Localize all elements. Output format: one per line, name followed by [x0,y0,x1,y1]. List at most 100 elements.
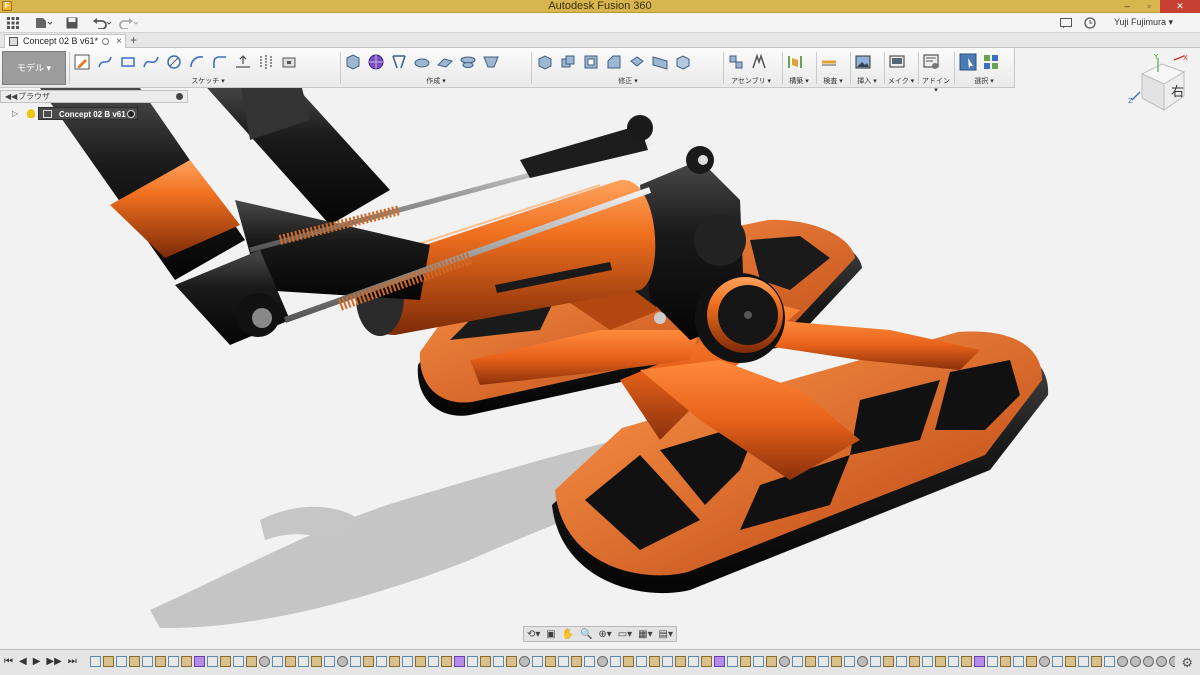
timeline-feature[interactable] [948,656,959,667]
create-sketch-icon[interactable] [72,52,92,72]
3d-print-icon[interactable] [887,52,907,72]
timeline-feature[interactable] [142,656,153,667]
sketch-stop-icon[interactable] [279,52,299,72]
scripts-icon[interactable] [921,52,941,72]
timeline-feature[interactable] [389,656,400,667]
select-icon[interactable] [958,52,978,72]
timeline-feature[interactable] [766,656,777,667]
viewports-icon[interactable]: ▤▾ [659,629,673,640]
play-button[interactable]: ▶ [33,656,41,667]
timeline-feature[interactable] [246,656,257,667]
timeline-feature[interactable] [857,656,868,667]
joint-icon[interactable] [749,52,769,72]
job-status-icon[interactable] [1059,15,1073,31]
visibility-bulb-icon[interactable] [27,109,35,118]
redo-icon[interactable] [117,15,141,31]
root-component[interactable]: Concept 02 B v61 [38,107,138,120]
timeline-feature[interactable] [350,656,361,667]
timeline-feature[interactable] [844,656,855,667]
timeline-feature[interactable] [792,656,803,667]
timeline-feature[interactable] [961,656,972,667]
select-menu[interactable]: 選択 ▾ [958,77,1010,86]
timeline-feature[interactable] [298,656,309,667]
timeline-feature[interactable] [1039,656,1050,667]
timeline-feature[interactable] [558,656,569,667]
timeline-feature[interactable] [129,656,140,667]
extrude-icon[interactable] [412,52,432,72]
timeline-feature[interactable] [831,656,842,667]
timeline-feature[interactable] [1104,656,1115,667]
timeline-feature[interactable] [974,656,985,667]
measure-icon[interactable] [819,52,839,72]
timeline-feature[interactable] [1156,656,1167,667]
plane-icon[interactable] [785,52,805,72]
timeline-feature[interactable] [636,656,647,667]
go-to-start-button[interactable]: ⏮ [4,656,13,667]
timeline-feature[interactable] [311,656,322,667]
timeline-feature[interactable] [779,656,790,667]
window-select-icon[interactable] [981,52,1001,72]
look-at-icon[interactable]: ▣ [546,629,555,640]
step-back-button[interactable]: ◀ [19,656,27,667]
timeline-feature[interactable] [1052,656,1063,667]
timeline-feature[interactable] [454,656,465,667]
timeline-feature[interactable] [233,656,244,667]
timeline-feature[interactable] [480,656,491,667]
timeline-feature[interactable] [441,656,452,667]
mirror-icon[interactable] [256,52,276,72]
timeline-feature[interactable] [155,656,166,667]
timeline-feature[interactable] [363,656,374,667]
box-icon[interactable] [343,52,363,72]
timeline-feature[interactable] [1026,656,1037,667]
timeline-feature[interactable] [116,656,127,667]
construct-menu[interactable]: 構築 ▾ [785,77,813,86]
timeline-feature[interactable] [220,656,231,667]
save-icon[interactable] [64,15,80,31]
timeline-feature[interactable] [1000,656,1011,667]
timeline-feature[interactable] [207,656,218,667]
create-menu[interactable]: 作成 ▾ [343,77,529,86]
timeline-feature[interactable] [168,656,179,667]
combine-icon[interactable] [673,52,693,72]
sphere-icon[interactable] [366,52,386,72]
timeline-feature[interactable] [337,656,348,667]
insert-menu[interactable]: 挿入 ▾ [853,77,881,86]
new-component-icon[interactable] [726,52,746,72]
timeline-feature[interactable] [194,656,205,667]
undo-icon[interactable] [90,15,114,31]
spline-icon[interactable] [141,52,161,72]
timeline-feature[interactable] [740,656,751,667]
timeline-feature[interactable] [1013,656,1024,667]
circle-icon[interactable] [164,52,184,72]
step-forward-button[interactable]: ▶▶ [46,656,61,667]
sketch-menu[interactable]: スケッチ ▾ [72,77,344,86]
timeline-feature[interactable] [90,656,101,667]
insert-image-icon[interactable] [853,52,873,72]
viewcube[interactable]: 右 X Y Z [1128,53,1194,118]
close-tab-icon[interactable]: × [116,35,122,48]
timeline-feature[interactable] [571,656,582,667]
press-pull-icon[interactable] [535,52,555,72]
timeline-feature[interactable] [519,656,530,667]
scale-icon[interactable] [650,52,670,72]
fit-icon[interactable]: ⊕▾ [598,629,611,640]
make-menu[interactable]: メイク ▾ [887,77,915,86]
timeline-feature[interactable] [662,656,673,667]
timeline-feature[interactable] [987,656,998,667]
timeline-feature[interactable] [493,656,504,667]
timeline-feature[interactable] [428,656,439,667]
user-menu[interactable]: Yuji Fujimura ▾ [1114,17,1173,28]
modify-menu[interactable]: 修正 ▾ [535,77,721,86]
viewcube-face-label[interactable]: 右 [1171,85,1184,100]
pattern-icon[interactable] [389,52,409,72]
pan-icon[interactable]: ✋ [562,629,574,640]
inspect-menu[interactable]: 検査 ▾ [819,77,847,86]
timeline-feature[interactable] [402,656,413,667]
timeline-feature[interactable] [1130,656,1141,667]
timeline-feature[interactable] [545,656,556,667]
assemble-menu[interactable]: アセンブリ ▾ [726,77,776,86]
timeline-feature[interactable] [623,656,634,667]
timeline-feature[interactable] [376,656,387,667]
grid-icon[interactable]: ▦▾ [638,629,652,640]
orbit-icon[interactable]: ⟲▾ [527,629,540,640]
